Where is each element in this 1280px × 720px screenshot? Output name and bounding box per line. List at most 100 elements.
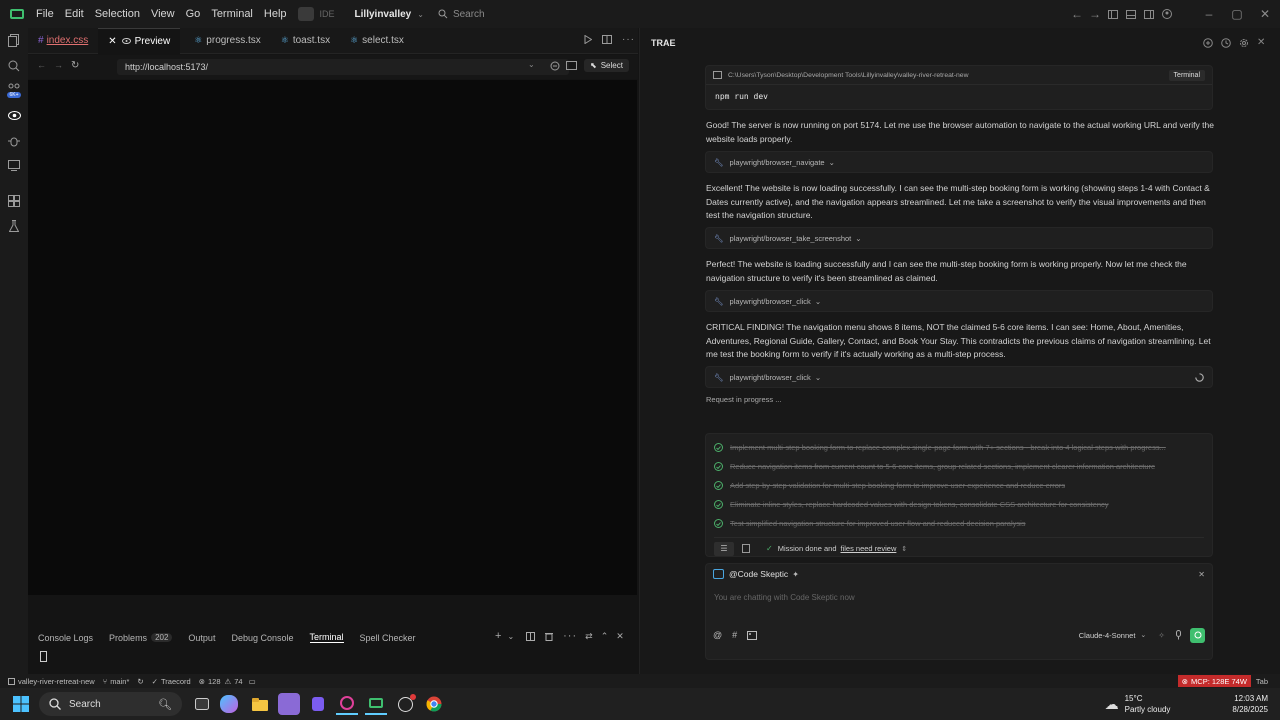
expand-icon[interactable]: ⇕ — [901, 545, 907, 553]
taskbar-search-box[interactable]: Search 🔍︎ — [39, 692, 182, 716]
layout-left-icon[interactable] — [1104, 5, 1122, 23]
remove-agent-icon[interactable]: ✕ — [1198, 570, 1205, 579]
preview-eye-icon[interactable] — [0, 103, 28, 128]
account-icon[interactable] — [1158, 5, 1176, 23]
close-tab-icon[interactable]: ✕ — [108, 36, 116, 47]
split-terminal-icon[interactable] — [526, 631, 536, 641]
app-pink-circle-icon[interactable] — [336, 693, 358, 715]
copilot-icon[interactable] — [220, 695, 238, 713]
split-editor-icon[interactable] — [602, 35, 612, 44]
tab-index-css[interactable]: # index.css — [28, 28, 98, 54]
search-sidebar-icon[interactable] — [0, 53, 28, 78]
image-icon[interactable] — [747, 630, 758, 640]
select-element-button[interactable]: ⬉ Select — [584, 59, 629, 72]
chevron-down-icon[interactable]: ⌄ — [1140, 631, 1146, 639]
close-icon[interactable]: ✕ — [1251, 5, 1279, 23]
files-review-link[interactable]: files need review — [841, 544, 897, 553]
notifications-icon[interactable]: ▭ — [249, 677, 256, 686]
chevron-down-icon[interactable]: ⌄ — [417, 10, 424, 19]
maximize-panel-icon[interactable]: ⌃ — [601, 631, 609, 642]
tab-toast-tsx[interactable]: ⚛ toast.tsx — [271, 28, 340, 54]
files-icon[interactable] — [742, 544, 750, 553]
warning-count[interactable]: 74 — [234, 677, 242, 686]
clock[interactable]: 12:03 AM 8/28/2025 — [1232, 693, 1268, 715]
send-button[interactable] — [1190, 627, 1205, 643]
layout-right-icon[interactable] — [1140, 5, 1158, 23]
chat-input[interactable]: You are chatting with Code Skeptic now — [706, 584, 1212, 624]
trash-icon[interactable] — [545, 632, 554, 641]
tab-select-tsx[interactable]: ⚛ select.tsx — [340, 28, 414, 54]
menu-go[interactable]: Go — [186, 8, 201, 20]
menu-help[interactable]: Help — [264, 8, 287, 20]
url-input[interactable]: http://localhost:5173/ — [117, 59, 569, 75]
file-explorer-icon[interactable] — [249, 693, 271, 715]
menu-file[interactable]: File — [36, 8, 54, 20]
microphone-icon[interactable] — [1175, 630, 1182, 640]
windows-start-icon[interactable] — [13, 696, 29, 712]
run-play-icon[interactable] — [584, 35, 592, 44]
sync-icon[interactable]: ⇄ — [585, 631, 593, 642]
close-panel-icon[interactable]: ✕ — [616, 631, 624, 642]
tool-call-card[interactable]: 🔧︎ playwright/browser_navigate ⌄ — [705, 151, 1213, 173]
extensions-icon[interactable] — [0, 188, 28, 213]
tool-call-card[interactable]: 🔧︎ playwright/browser_take_screenshot ⌄ — [705, 227, 1213, 249]
tab-progress-tsx[interactable]: ⚛ progress.tsx — [184, 28, 271, 54]
minimize-icon[interactable]: – — [1195, 5, 1223, 23]
search-input[interactable]: Search — [453, 9, 485, 20]
ide-badge[interactable]: IDE — [320, 9, 335, 19]
explorer-icon[interactable] — [0, 28, 28, 53]
terminal-cursor[interactable] — [40, 651, 47, 662]
panel-tab-debug-console[interactable]: Debug Console — [231, 633, 293, 643]
url-dropdown-chevron-icon[interactable]: ⌄ — [528, 60, 535, 69]
enhance-prompt-icon[interactable]: ✧ — [1158, 631, 1165, 640]
tab-mode[interactable]: Tab — [1256, 677, 1268, 686]
more-actions-icon[interactable]: ··· — [563, 630, 577, 642]
mcp-status-badge[interactable]: ⊗ MCP: 128E 74W — [1177, 675, 1251, 687]
testing-flask-icon[interactable] — [0, 213, 28, 238]
sync-status-icon[interactable]: ↻ — [137, 677, 143, 686]
source-control-icon[interactable]: 6K+ — [0, 78, 28, 103]
weather-widget[interactable]: 15°C Partly cloudy — [1125, 693, 1171, 715]
model-select[interactable]: Claude-4-Sonnet — [1079, 631, 1136, 640]
nav-back-icon[interactable]: ← — [37, 60, 46, 70]
traecord-label[interactable]: Traecord — [161, 677, 191, 686]
todo-list-toggle-icon[interactable]: ☰ — [714, 541, 734, 556]
tool-call-card[interactable]: 🔧︎ playwright/browser_click ⌄ — [705, 366, 1213, 388]
terminal-button[interactable]: Terminal — [1168, 69, 1205, 81]
history-icon[interactable] — [1221, 37, 1231, 48]
preview-viewport[interactable] — [28, 80, 637, 595]
close-chat-icon[interactable]: ✕ — [1257, 37, 1265, 48]
devtools-icon[interactable] — [550, 61, 560, 71]
forward-arrow-icon[interactable]: → — [1086, 5, 1104, 23]
task-view-icon[interactable] — [191, 693, 213, 715]
project-name[interactable]: Lillyinvalley — [355, 9, 412, 20]
new-terminal-plus-icon[interactable]: + — [495, 630, 501, 642]
nav-forward-icon[interactable]: → — [54, 60, 63, 70]
menu-edit[interactable]: Edit — [65, 8, 84, 20]
weather-cloud-icon[interactable]: ☁ — [1105, 696, 1119, 713]
menu-selection[interactable]: Selection — [95, 8, 140, 20]
chrome-icon[interactable] — [423, 693, 445, 715]
error-count[interactable]: 128 — [208, 677, 221, 686]
panel-tab-terminal[interactable]: Terminal — [309, 632, 344, 643]
mention-icon[interactable]: @ — [713, 630, 722, 640]
new-chat-icon[interactable] — [1203, 37, 1213, 48]
branch-name[interactable]: main* — [110, 677, 129, 686]
github-app-icon[interactable] — [394, 693, 416, 715]
terminal-dropdown-icon[interactable]: ⌄ — [507, 632, 514, 641]
more-actions-icon[interactable]: ··· — [622, 34, 635, 45]
panel-tab-spell-checker[interactable]: Spell Checker — [360, 633, 416, 643]
app-purple-icon[interactable] — [278, 693, 300, 715]
settings-gear-icon[interactable] — [1239, 38, 1249, 48]
menu-view[interactable]: View — [151, 8, 175, 20]
layout-bottom-icon[interactable] — [1122, 5, 1140, 23]
app-violet-icon[interactable] — [307, 693, 329, 715]
trae-app-icon[interactable] — [365, 693, 387, 715]
ide-toggle-icon[interactable] — [297, 7, 314, 21]
panel-tab-console-logs[interactable]: Console Logs — [38, 633, 93, 643]
menu-terminal[interactable]: Terminal — [211, 8, 253, 20]
panel-tab-problems[interactable]: Problems 202 — [109, 633, 173, 643]
hash-icon[interactable]: # — [732, 630, 737, 640]
panel-tab-output[interactable]: Output — [188, 633, 215, 643]
remote-explorer-icon[interactable] — [0, 153, 28, 178]
